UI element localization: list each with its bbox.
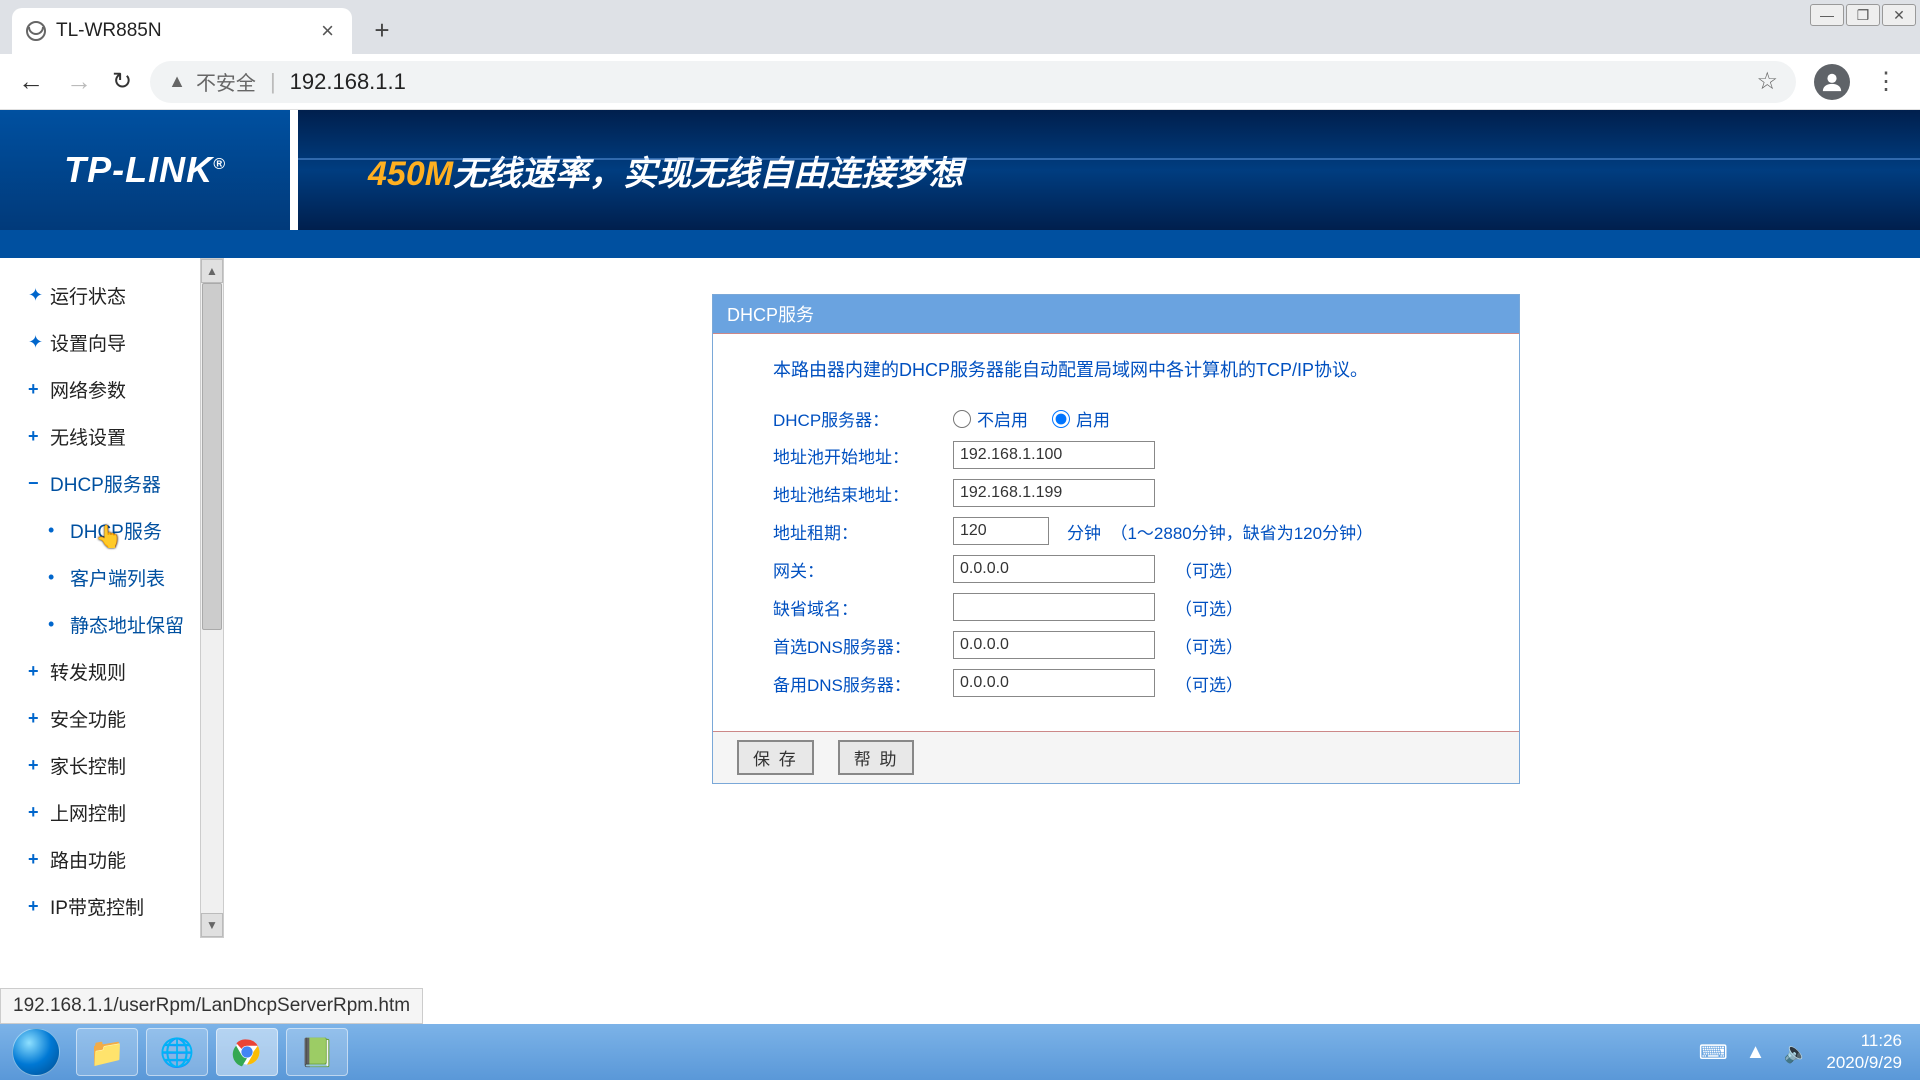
input-end-ip[interactable] (953, 479, 1155, 507)
scroll-track[interactable] (201, 283, 223, 913)
globe-icon (26, 21, 46, 41)
tab-title: TL-WR885N (56, 20, 307, 42)
hint-optional: （可选） (1175, 557, 1243, 582)
address-bar: ← → ↻ ▲ 不安全 | 192.168.1.1 ☆ ⋮ (0, 54, 1920, 110)
input-dns2[interactable] (953, 669, 1155, 697)
security-label: 不安全 (196, 67, 256, 96)
input-dns1[interactable] (953, 631, 1155, 659)
input-lease[interactable] (953, 517, 1049, 545)
divider-strip (0, 230, 1920, 258)
logo-box: TP-LINK® (0, 110, 290, 230)
input-gateway[interactable] (953, 555, 1155, 583)
url-text: 192.168.1.1 (290, 69, 406, 95)
label-start-ip: 地址池开始地址： (773, 443, 953, 468)
panel-title: DHCP服务 (713, 295, 1519, 333)
scroll-thumb[interactable] (202, 283, 222, 630)
sidebar-menu: ✦运行状态 ✦设置向导 +网络参数 +无线设置 −DHCP服务器 •DHCP服务… (0, 258, 200, 938)
sidebar-item-parental[interactable]: +家长控制 (0, 742, 200, 789)
label-gateway: 网关： (773, 557, 953, 582)
reload-button[interactable]: ↻ (112, 67, 132, 96)
window-controls: — ❐ ✕ (1806, 0, 1920, 30)
sidebar-item-access-control[interactable]: +上网控制 (0, 789, 200, 836)
main-pane: DHCP服务 本路由器内建的DHCP服务器能自动配置局域网中各计算机的TCP/I… (232, 258, 1920, 1024)
browser-tab-bar: TL-WR885N × + (0, 0, 1920, 54)
sidebar-item-dhcp-service[interactable]: •DHCP服务 (0, 507, 200, 554)
new-tab-button[interactable]: + (362, 10, 402, 50)
banner: TP-LINK® 450M无线速率，实现无线自由连接梦想 (0, 110, 1920, 230)
warning-icon: ▲ (168, 71, 186, 92)
chrome-task-icon[interactable] (216, 1028, 278, 1076)
browser-task-icon[interactable]: 🌐 (146, 1028, 208, 1076)
close-tab-icon[interactable]: × (317, 18, 338, 44)
clock[interactable]: 11:26 2020/9/29 (1826, 1030, 1902, 1074)
bookmark-icon[interactable]: ☆ (1756, 67, 1778, 96)
explorer-task-icon[interactable]: 📁 (76, 1028, 138, 1076)
page-content: TP-LINK® 450M无线速率，实现无线自由连接梦想 ✦运行状态 ✦设置向导… (0, 110, 1920, 1024)
radio-disable[interactable] (953, 410, 971, 428)
label-enable: 启用 (1076, 406, 1110, 431)
scroll-up-icon[interactable]: ▲ (201, 259, 223, 283)
sidebar-item-forwarding[interactable]: +转发规则 (0, 648, 200, 695)
close-window-button[interactable]: ✕ (1882, 4, 1916, 26)
dhcp-panel: DHCP服务 本路由器内建的DHCP服务器能自动配置局域网中各计算机的TCP/I… (712, 294, 1520, 784)
label-domain: 缺省域名： (773, 595, 953, 620)
sidebar-item-network[interactable]: +网络参数 (0, 366, 200, 413)
hint-optional: （可选） (1175, 595, 1243, 620)
sidebar-item-bandwidth[interactable]: +IP带宽控制 (0, 883, 200, 930)
input-domain[interactable] (953, 593, 1155, 621)
url-divider: | (270, 69, 276, 95)
banner-slogan: 450M无线速率，实现无线自由连接梦想 (298, 110, 1920, 230)
back-button[interactable]: ← (16, 66, 46, 97)
url-box[interactable]: ▲ 不安全 | 192.168.1.1 ☆ (150, 61, 1796, 103)
system-tray: ⌨ ▲ 🔈 11:26 2020/9/29 (1699, 1030, 1920, 1074)
sidebar-item-dhcp[interactable]: −DHCP服务器 (0, 460, 200, 507)
browser-tab-active[interactable]: TL-WR885N × (12, 8, 352, 54)
panel-intro: 本路由器内建的DHCP服务器能自动配置局域网中各计算机的TCP/IP协议。 (773, 356, 1459, 382)
help-button[interactable]: 帮 助 (838, 740, 915, 775)
minimize-button[interactable]: — (1810, 4, 1844, 26)
sidebar-item-security[interactable]: +安全功能 (0, 695, 200, 742)
label-dns1: 首选DNS服务器： (773, 633, 953, 658)
sidebar-scrollbar[interactable]: ▲ ▼ (200, 258, 224, 938)
forward-button[interactable]: → (64, 66, 94, 97)
hint-optional: （可选） (1175, 633, 1243, 658)
maximize-button[interactable]: ❐ (1846, 4, 1880, 26)
row-dhcp-server: DHCP服务器： 不启用 启用 (773, 406, 1459, 431)
brand-logo: TP-LINK® (64, 149, 226, 191)
show-hidden-icon[interactable]: ▲ (1746, 1041, 1766, 1064)
notepad-task-icon[interactable]: 📗 (286, 1028, 348, 1076)
label-dns2: 备用DNS服务器： (773, 671, 953, 696)
sidebar-item-wireless[interactable]: +无线设置 (0, 413, 200, 460)
scroll-down-icon[interactable]: ▼ (201, 913, 223, 937)
taskbar: 📁 🌐 📗 ⌨ ▲ 🔈 11:26 2020/9/29 (0, 1024, 1920, 1080)
radio-enable[interactable] (1052, 410, 1070, 428)
sidebar-item-status[interactable]: ✦运行状态 (0, 272, 200, 319)
sidebar-item-wizard[interactable]: ✦设置向导 (0, 319, 200, 366)
start-button[interactable] (0, 1024, 72, 1080)
label-disable: 不启用 (977, 406, 1028, 431)
browser-menu-button[interactable]: ⋮ (1868, 67, 1904, 96)
sidebar-item-routing[interactable]: +路由功能 (0, 836, 200, 883)
profile-button[interactable] (1814, 64, 1850, 100)
input-start-ip[interactable] (953, 441, 1155, 469)
sidebar-item-client-list[interactable]: •客户端列表 (0, 554, 200, 601)
label-lease: 地址租期： (773, 519, 953, 544)
hint-optional: （可选） (1175, 671, 1243, 696)
keyboard-icon[interactable]: ⌨ (1699, 1040, 1728, 1065)
sidebar-item-static-reserve[interactable]: •静态地址保留 (0, 601, 200, 648)
save-button[interactable]: 保 存 (737, 740, 814, 775)
label-end-ip: 地址池结束地址： (773, 481, 953, 506)
status-bar: 192.168.1.1/userRpm/LanDhcpServerRpm.htm (0, 988, 423, 1024)
label-dhcp-server: DHCP服务器： (773, 406, 953, 431)
volume-icon[interactable]: 🔈 (1783, 1040, 1808, 1065)
